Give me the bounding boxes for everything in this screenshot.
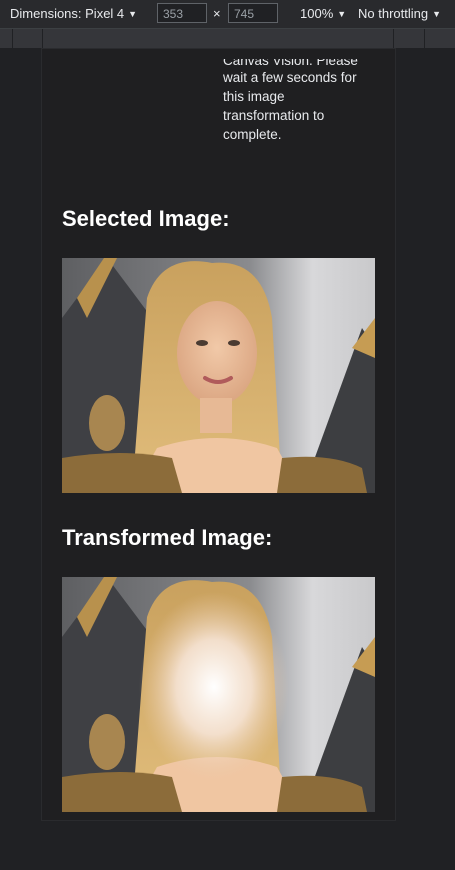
caret-down-icon: ▼ [432,8,442,19]
transformed-image-heading: Transformed Image: [62,525,273,550]
selected-image [62,258,375,493]
throttle-label: No throttling [358,6,429,21]
ruler-segment[interactable] [12,29,13,48]
dimensions-label: Dimensions: Pixel 4 [10,6,125,21]
description-line: this image [223,89,285,104]
times-symbol: × [213,6,221,21]
zoom-dropdown[interactable]: 100% ▼ [300,6,346,21]
description-line: wait a few seconds for [223,70,357,85]
ruler-segment[interactable] [393,29,394,48]
ruler-segment[interactable] [42,29,43,48]
device-toolbar: Dimensions: Pixel 4 ▼ 353 × 745 100% ▼ N… [0,0,455,29]
dimensions-dropdown[interactable]: Dimensions: Pixel 4 ▼ [10,6,137,21]
media-query-ruler[interactable] [0,29,455,49]
height-input[interactable]: 745 [228,3,278,23]
caret-down-icon: ▼ [128,8,138,19]
ruler-segment[interactable] [424,29,425,48]
description-line: complete. [223,127,282,142]
width-input[interactable]: 353 [157,3,207,23]
transformed-image [62,577,375,812]
selected-image-heading: Selected Image: [62,206,230,231]
zoom-label: 100% [300,6,334,21]
description-line: transformation to [223,108,325,123]
throttle-dropdown[interactable]: No throttling ▼ [358,6,441,21]
device-viewport[interactable]: Canvas Vision. Please wait a few seconds… [42,49,395,820]
caret-down-icon: ▼ [337,8,347,19]
